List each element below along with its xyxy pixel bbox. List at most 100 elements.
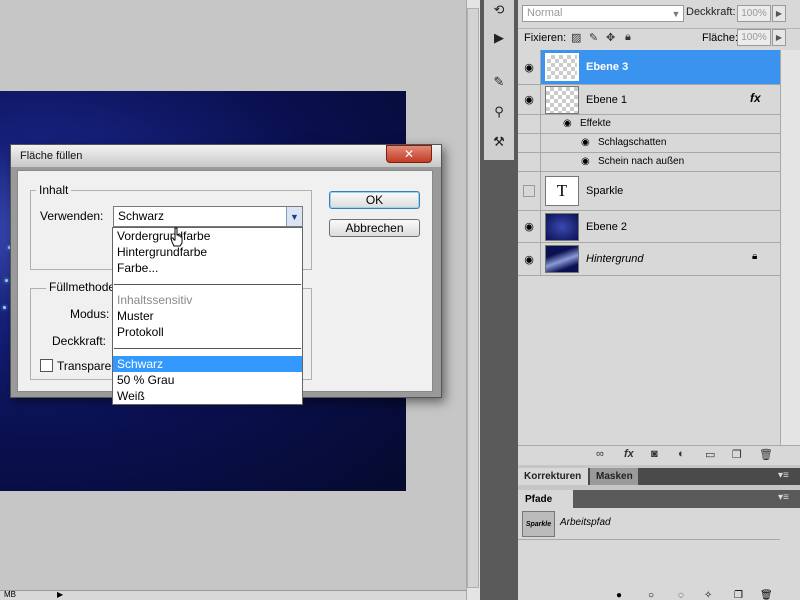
fill-input[interactable]: 100% [737, 29, 771, 46]
clone-source-icon[interactable]: ⚲ [486, 102, 512, 122]
option-history[interactable]: Protokoll [113, 324, 302, 340]
close-button[interactable]: ✕ [386, 145, 432, 163]
chevron-down-icon[interactable]: ▼ [668, 5, 684, 22]
fx-icon[interactable]: fx [750, 91, 761, 105]
layers-scrollbar[interactable] [780, 50, 800, 445]
option-50-gray[interactable]: 50 % Grau [113, 372, 302, 388]
eye-icon[interactable]: ◉ [518, 85, 541, 114]
layer-name: Sparkle [586, 185, 624, 197]
preserve-transparency-label: Transparenz erhalten [57, 359, 112, 373]
layer-row-sparkle[interactable]: T Sparkle [518, 172, 780, 211]
layer-name: Ebene 2 [586, 221, 627, 233]
option-content-aware: Inhaltssensitiv [117, 293, 193, 307]
fill-slider-arrow-icon[interactable]: ▶ [772, 29, 786, 46]
opacity-label: Deckkraft: [52, 334, 107, 348]
trash-icon[interactable]: 🗑︎ [760, 590, 773, 600]
layer-opacity-label: Deckkraft: [686, 6, 736, 18]
option-pattern[interactable]: Muster [113, 308, 302, 324]
lock-icon: 🔒︎ [752, 251, 758, 262]
effect-name: Schein nach außen [598, 156, 685, 167]
status-arrow-icon[interactable]: ▶ [57, 590, 63, 599]
cancel-button[interactable]: Abbrechen [329, 219, 420, 237]
layer-row-ebene-1[interactable]: ◉ Ebene 1 fx [518, 85, 780, 115]
option-white[interactable]: Weiß [113, 388, 302, 404]
hand-cursor-icon [170, 227, 183, 247]
hidden-eye-slot[interactable] [518, 172, 541, 210]
trash-icon[interactable]: 🗑︎ [759, 448, 773, 461]
option-color[interactable]: Farbe... [113, 260, 302, 276]
status-bar: MB ▶ [0, 590, 466, 600]
make-path-icon[interactable]: ✧ [704, 590, 712, 600]
add-layer-style-icon[interactable]: fx [624, 448, 634, 460]
fill-path-icon[interactable]: ● [616, 590, 622, 600]
layer-name: Ebene 3 [586, 61, 629, 73]
canvas-scroll-thumb[interactable] [467, 8, 479, 588]
content-group-label: Inhalt [36, 183, 72, 197]
chevron-down-icon[interactable]: ▼ [286, 207, 302, 226]
status-text: MB [4, 590, 16, 599]
tab-masken[interactable]: Masken [590, 468, 638, 485]
separator [114, 348, 301, 349]
use-select[interactable]: Schwarz [113, 206, 303, 227]
path-name: Arbeitspfad [560, 517, 611, 528]
fill-label: Fläche: [702, 32, 739, 44]
blend-mode-select[interactable]: Normal [522, 5, 684, 22]
option-black[interactable]: Schwarz [113, 356, 302, 372]
new-path-icon[interactable]: ❐ [734, 590, 743, 600]
opacity-slider-arrow-icon[interactable]: ▶ [772, 5, 786, 22]
link-layers-icon[interactable]: ∞ [596, 448, 604, 460]
option-background-color[interactable]: Hintergrundfarbe [113, 244, 302, 260]
tab-pfade[interactable]: Pfade [518, 490, 573, 508]
use-label: Verwenden: [40, 209, 104, 223]
layer-thumbnail [545, 245, 579, 273]
sparkle-dot [3, 306, 6, 309]
new-layer-icon[interactable]: ❐ [732, 448, 742, 461]
layers-footer [518, 445, 800, 465]
eye-icon[interactable]: ◉ [581, 137, 590, 148]
effect-row-drop-shadow[interactable]: ◉ Schlagschatten [518, 134, 780, 153]
layer-thumbnail [545, 53, 579, 81]
layer-row-ebene-2[interactable]: ◉ Ebene 2 [518, 211, 780, 243]
panel-menu-icon[interactable]: ▾≡ [778, 492, 789, 503]
layer-thumbnail [545, 213, 579, 241]
adjustment-layer-icon[interactable]: ◐ [678, 448, 685, 460]
add-mask-icon[interactable]: ◙ [651, 448, 658, 460]
ok-button[interactable]: OK [329, 191, 420, 209]
layer-opacity-input[interactable]: 100% [737, 5, 771, 22]
tab-korrekturen[interactable]: Korrekturen [518, 468, 588, 485]
actions-play-icon[interactable]: ▶ [486, 28, 512, 48]
lock-image-brush-icon[interactable]: ✎ [589, 31, 598, 44]
eye-icon[interactable]: ◉ [563, 118, 572, 129]
stroke-path-icon[interactable]: ○ [648, 590, 654, 600]
tool-presets-icon[interactable]: ⚒ [486, 132, 512, 152]
photoshop-window: MB ▶ ⟲ ▶ ✎ ⚲ ⚒ Normal ▼ Deckkraft: 100% … [0, 0, 800, 600]
spacer [518, 134, 541, 152]
effects-row[interactable]: ◉ Effekte [518, 115, 780, 134]
layer-row-ebene-3[interactable]: ◉ Ebene 3 [518, 50, 780, 85]
eye-icon[interactable]: ◉ [518, 50, 541, 84]
panel-menu-icon[interactable]: ▾≡ [778, 470, 789, 481]
history-icon[interactable]: ⟲ [486, 0, 512, 20]
layer-name: Ebene 1 [586, 94, 627, 106]
load-selection-icon[interactable]: ◌ [678, 590, 684, 600]
dock-background [484, 160, 514, 600]
effect-row-outer-glow[interactable]: ◉ Schein nach außen [518, 153, 780, 172]
path-row[interactable] [518, 508, 780, 540]
brush-icon[interactable]: ✎ [486, 72, 512, 92]
fill-method-label: Füllmethode [46, 280, 112, 294]
sparkle-dot [5, 279, 8, 282]
effect-name: Schlagschatten [598, 137, 667, 148]
lock-position-move-icon[interactable]: ✥ [606, 31, 615, 44]
eye-icon[interactable]: ◉ [518, 243, 541, 275]
eye-icon[interactable]: ◉ [581, 156, 590, 167]
preserve-transparency-checkbox[interactable] [40, 359, 53, 372]
path-thumbnail: Sparkle [522, 511, 555, 537]
lock-all-icon[interactable]: 🔒︎ [625, 31, 631, 44]
layer-row-hintergrund[interactable]: ◉ Hintergrund 🔒︎ [518, 243, 780, 276]
eye-icon[interactable]: ◉ [518, 211, 541, 242]
new-group-icon[interactable]: ▭ [705, 448, 715, 461]
option-foreground-color[interactable]: Vordergrundfarbe [113, 228, 302, 244]
lock-transparency-icon[interactable]: ▨ [571, 31, 581, 44]
separator [114, 284, 301, 285]
layer-name: Hintergrund [586, 253, 644, 265]
